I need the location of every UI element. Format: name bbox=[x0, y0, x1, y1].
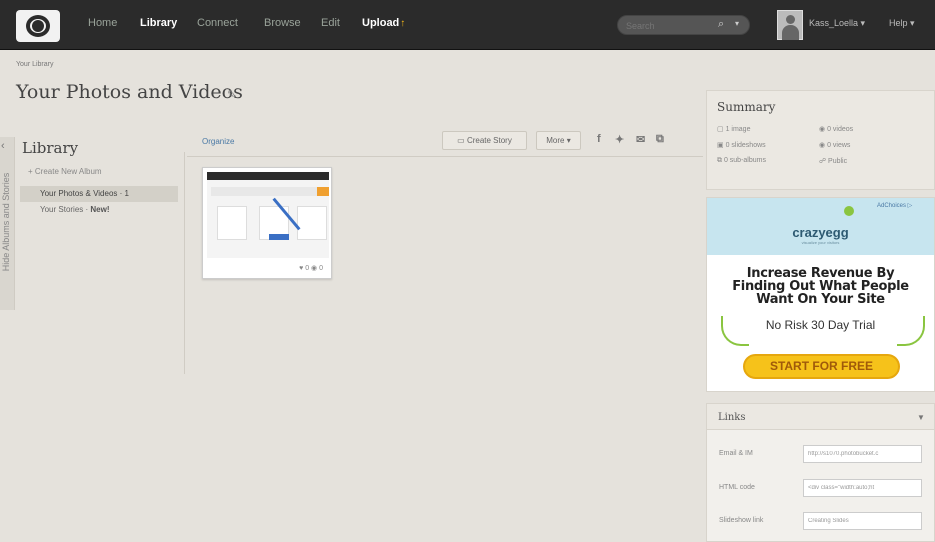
create-story-button[interactable]: ▭ Create Story bbox=[442, 131, 527, 150]
search-box: ⌕ ▾ bbox=[617, 15, 750, 35]
album-item-photos-videos[interactable]: Your Photos & Videos · 1 bbox=[20, 186, 178, 202]
album-item-stories[interactable]: Your Stories · New! bbox=[20, 202, 178, 218]
ad-brand-tagline: visualize your visitors bbox=[801, 240, 840, 245]
share-icon[interactable]: ⧉ bbox=[656, 133, 664, 146]
email-im-field[interactable] bbox=[803, 445, 922, 463]
camera-lens-center bbox=[32, 20, 44, 32]
slideshow-icon: ▣ bbox=[717, 142, 726, 149]
view-count: ◉ 0 views bbox=[819, 141, 850, 149]
ad-subheadline: No Risk 30 Day Trial bbox=[765, 318, 876, 332]
create-story-label: Create Story bbox=[466, 136, 512, 145]
media-thumbnail[interactable]: ♥ 0 ◉ 0 bbox=[202, 167, 332, 279]
new-badge: New! bbox=[90, 205, 110, 214]
slideshow-count: ▣ 0 slideshows bbox=[717, 141, 766, 149]
adchoices-link[interactable]: AdChoices ▷ bbox=[877, 202, 912, 209]
help-menu[interactable]: Help ▾ bbox=[889, 18, 915, 29]
summary-panel: Summary ▢ 1 image ▣ 0 slideshows ⧉ 0 sub… bbox=[706, 90, 935, 190]
top-navigation-bar: Home Library Connect Browse Edit Upload↑… bbox=[0, 0, 935, 50]
html-code-field[interactable] bbox=[803, 479, 922, 497]
summary-title: Summary bbox=[717, 100, 776, 114]
thumb-orange bbox=[317, 187, 329, 196]
thumb-card-1 bbox=[217, 206, 247, 240]
slideshow-count-label: 0 slideshows bbox=[725, 142, 766, 149]
edit-pencil-icon[interactable]: ✎ bbox=[227, 88, 236, 101]
avatar-body bbox=[782, 25, 799, 40]
search-input[interactable] bbox=[626, 19, 706, 32]
nav-edit[interactable]: Edit bbox=[321, 17, 340, 29]
nav-library[interactable]: Library bbox=[140, 17, 177, 29]
nav-home[interactable]: Home bbox=[88, 17, 117, 29]
ad-headline-line-3: Want On Your Site bbox=[756, 292, 885, 307]
video-icon: ◉ bbox=[819, 126, 828, 133]
ad-header: AdChoices ▷ crazyegg visualize your visi… bbox=[707, 198, 934, 255]
search-icon[interactable]: ⌕ bbox=[718, 18, 732, 32]
create-album-link[interactable]: + Create New Album bbox=[28, 167, 102, 176]
page-title: Your Photos and Videos bbox=[16, 81, 243, 103]
thumb-bar bbox=[207, 172, 329, 180]
library-title: Library bbox=[22, 139, 79, 157]
toolbar-divider bbox=[187, 156, 703, 157]
nav-upload[interactable]: Upload↑ bbox=[362, 17, 405, 29]
links-title: Links bbox=[718, 412, 746, 423]
more-button[interactable]: More ▾ bbox=[536, 131, 581, 150]
eye-icon: ◉ bbox=[819, 142, 828, 149]
slideshow-link-field[interactable] bbox=[803, 512, 922, 530]
ad-headline: Increase Revenue By Finding Out What Peo… bbox=[707, 267, 934, 306]
privacy-label: Public bbox=[828, 158, 848, 165]
advertisement[interactable]: AdChoices ▷ crazyegg visualize your visi… bbox=[706, 197, 935, 392]
links-panel: Links ▼ Email & IM HTML code Slideshow l… bbox=[706, 403, 935, 542]
privacy-status: ☍ Public bbox=[819, 157, 847, 165]
user-menu[interactable]: Kass_Loella ▾ bbox=[809, 18, 865, 29]
image-count: ▢ 1 image bbox=[717, 125, 750, 133]
chevron-down-icon[interactable]: ▼ bbox=[917, 413, 925, 422]
column-divider bbox=[184, 152, 185, 374]
avatar-head bbox=[786, 15, 795, 24]
image-icon: ▢ bbox=[717, 126, 726, 133]
sub-album-count: ⧉ 0 sub-albums bbox=[717, 157, 766, 165]
upload-arrow-icon: ↑ bbox=[400, 18, 406, 29]
links-header[interactable]: Links ▼ bbox=[707, 404, 934, 430]
story-icon: ▭ bbox=[457, 136, 467, 145]
avatar[interactable] bbox=[777, 10, 803, 40]
video-count: ◉ 0 videos bbox=[819, 125, 853, 133]
thumbnail-stats: ♥ 0 ◉ 0 bbox=[299, 265, 323, 272]
video-count-label: 0 videos bbox=[827, 126, 854, 133]
folder-icon: ⧉ bbox=[717, 157, 724, 164]
nav-browse[interactable]: Browse bbox=[264, 17, 301, 29]
photobucket-logo[interactable] bbox=[16, 10, 60, 42]
twitter-icon[interactable]: ✦ bbox=[615, 133, 624, 146]
chevron-left-icon[interactable]: ‹ bbox=[1, 140, 5, 152]
organize-link[interactable]: Organize bbox=[202, 137, 234, 146]
slideshow-link-label: Slideshow link bbox=[719, 517, 764, 524]
album-list: Your Photos & Videos · 1 Your Stories · … bbox=[20, 186, 178, 218]
thumb-strip bbox=[211, 187, 321, 196]
ad-brand-logo: crazyegg bbox=[792, 225, 849, 240]
thumb-card-3 bbox=[297, 206, 327, 240]
facebook-icon[interactable]: f bbox=[597, 133, 601, 145]
email-im-label: Email & IM bbox=[719, 450, 753, 457]
breadcrumb[interactable]: Your Library bbox=[16, 61, 54, 68]
nav-connect[interactable]: Connect bbox=[197, 17, 238, 29]
search-dropdown-icon[interactable]: ▾ bbox=[735, 19, 739, 28]
sub-album-count-label: 0 sub-albums bbox=[723, 157, 766, 164]
hide-albums-label: Hide Albums and Stories bbox=[1, 172, 11, 272]
image-count-label: 1 image bbox=[725, 126, 751, 133]
ad-cta-button[interactable]: START FOR FREE bbox=[743, 354, 900, 379]
nav-upload-label: Upload bbox=[362, 17, 400, 29]
thumb-blue bbox=[269, 234, 289, 240]
html-code-label: HTML code bbox=[719, 484, 755, 491]
view-count-label: 0 views bbox=[827, 142, 851, 149]
email-icon[interactable]: ✉ bbox=[636, 133, 645, 146]
public-icon: ☍ bbox=[819, 158, 829, 165]
album-item-label: Your Stories · bbox=[40, 205, 91, 214]
thumbnail-image bbox=[207, 172, 329, 258]
hide-albums-tab[interactable]: Hide Albums and Stories bbox=[0, 137, 15, 310]
lightbulb-icon bbox=[844, 206, 854, 216]
